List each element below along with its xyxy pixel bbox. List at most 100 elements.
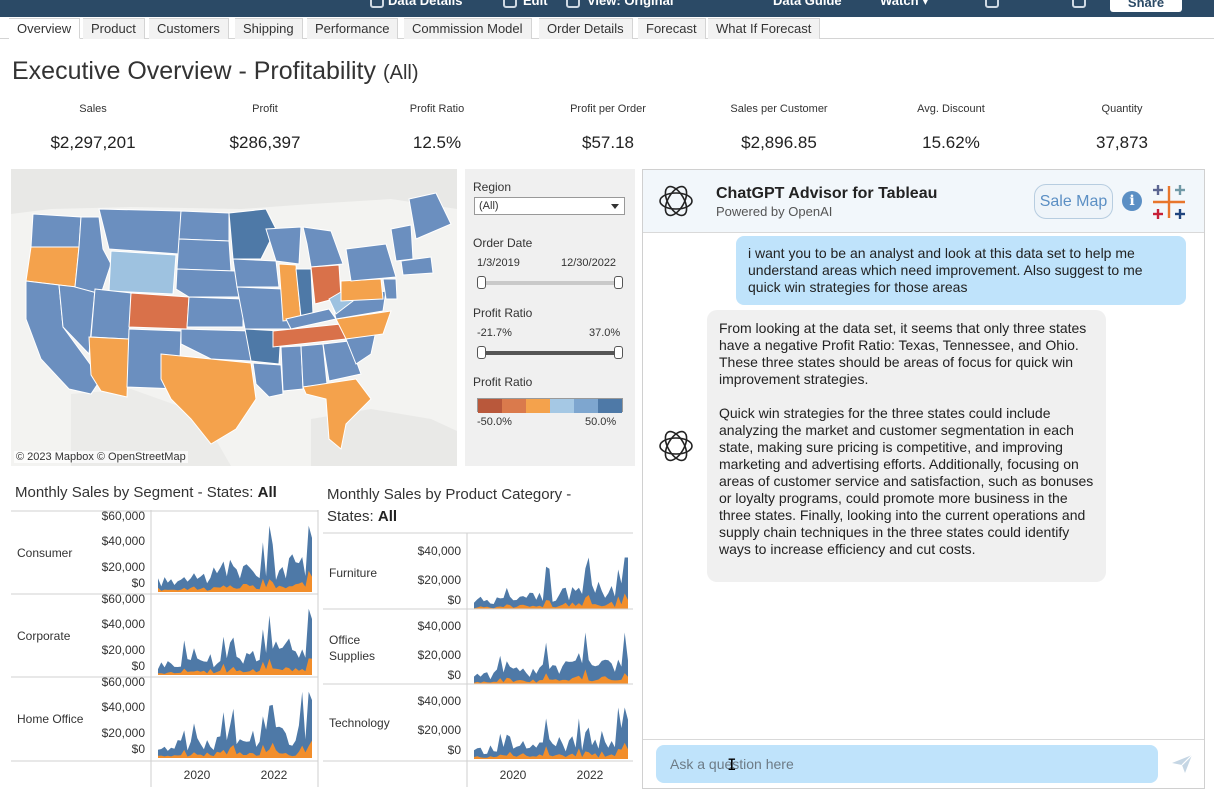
edit-icon[interactable]	[503, 0, 517, 8]
chat-header: ChatGPT Advisor for Tableau Powered by O…	[643, 170, 1204, 233]
state-al	[300, 343, 328, 388]
page-title-filter: (All)	[382, 62, 419, 84]
tab-commission-model[interactable]: Commission Model	[404, 18, 532, 39]
series-area-total[interactable]	[474, 557, 628, 610]
data-guide-button[interactable]: Data Guide	[773, 0, 842, 8]
info-icon[interactable]: i	[1122, 191, 1142, 211]
category-small-multiples[interactable]: $40,000 $20,000 $0 $40,000 $20,000 $0 $40,000 $…	[323, 532, 633, 787]
profit-ratio-max: 37.0%	[589, 327, 621, 339]
profit-ratio-slider-track[interactable]	[481, 351, 618, 355]
sale-map-button[interactable]: Sale Map	[1034, 184, 1113, 219]
us-states-map[interactable]	[11, 169, 457, 466]
assistant-message-bubble: From looking at the data set, it seems t…	[707, 310, 1106, 582]
tab-forecast[interactable]: Forecast	[638, 18, 706, 39]
state-or	[25, 246, 80, 288]
state-ia	[232, 258, 280, 288]
tab-performance[interactable]: Performance	[307, 18, 399, 39]
legend-max: 50.0%	[585, 416, 617, 428]
share-button[interactable]: Share	[1110, 0, 1182, 12]
series-area-total[interactable]	[474, 707, 628, 760]
y-tick-label: $20,000	[418, 648, 462, 662]
y-tick-label: $20,000	[102, 643, 146, 657]
legend-min: -50.0%	[477, 416, 512, 428]
state-mt	[98, 208, 182, 255]
series-area-total[interactable]	[158, 608, 312, 675]
region-dropdown-value: (All)	[479, 200, 499, 212]
order-date-slider-min-handle[interactable]	[477, 276, 486, 289]
order-date-filter-label: Order Date	[473, 236, 533, 250]
state-sd	[176, 238, 232, 272]
profit-ratio-slider-max-handle[interactable]	[614, 346, 623, 359]
order-date-slider-track[interactable]	[481, 281, 618, 285]
y-tick-label: $40,000	[418, 544, 462, 558]
y-tick-label: $20,000	[418, 723, 462, 737]
page-title-text: Executive Overview - Profitability	[12, 57, 377, 85]
state-nj	[382, 278, 398, 300]
region-dropdown[interactable]: (All)	[474, 197, 625, 215]
tab-what-if-forecast[interactable]: What If Forecast	[708, 18, 821, 39]
tab-customers[interactable]: Customers	[149, 18, 229, 39]
legend-swatch	[574, 399, 598, 413]
state-ne	[175, 268, 240, 298]
view-original-button[interactable]: View: Original	[587, 0, 673, 8]
x-tick-label: 2022	[577, 768, 604, 782]
text-cursor-icon: I	[727, 755, 737, 774]
kpi-value-sales: $2,297,201	[50, 133, 136, 152]
y-tick-label: $40,000	[102, 534, 146, 548]
kpi-value-profit-per-order: $57.18	[582, 133, 634, 152]
state-pa	[340, 278, 384, 302]
user-message-bubble: i want you to be an analyst and look at …	[736, 236, 1186, 305]
y-tick-label: $20,000	[102, 726, 146, 740]
kpi-label-sales-per-customer: Sales per Customer	[730, 103, 828, 115]
series-area-total[interactable]	[158, 525, 312, 592]
chevron-down-icon	[611, 204, 619, 209]
series-area-total[interactable]	[158, 691, 312, 758]
kpi-value-profit: $286,397	[229, 133, 301, 152]
data-details-icon[interactable]	[370, 0, 384, 8]
kpi-label-quantity: Quantity	[1101, 103, 1143, 115]
assistant-message-paragraph: From looking at the data set, it seems t…	[719, 320, 1087, 387]
segment-chart-title: Monthly Sales by Segment - States: All	[15, 484, 277, 501]
y-tick-label: $20,000	[418, 573, 462, 587]
view-icon[interactable]	[566, 0, 580, 8]
y-tick-label: $60,000	[102, 509, 146, 523]
tab-shipping[interactable]: Shipping	[235, 18, 303, 39]
legend-swatch	[502, 399, 526, 413]
monthly-sales-charts[interactable]: Consumer $60,000 $40,000 $20,000 $0 Corporate…	[0, 505, 640, 790]
tab-order-details[interactable]: Order Details	[539, 18, 633, 39]
y-tick-label: $0	[132, 576, 146, 590]
profit-ratio-legend	[477, 398, 623, 413]
openai-logo-icon	[659, 185, 693, 217]
profit-ratio-filter-label: Profit Ratio	[473, 306, 533, 320]
state-wy	[108, 250, 177, 295]
assistant-message-paragraph: Quick win strategies for the three state…	[719, 405, 1094, 557]
state-nd	[178, 210, 230, 242]
kpi-value-quantity: 37,873	[1096, 133, 1148, 152]
tab-product[interactable]: Product	[83, 18, 145, 39]
map-attribution[interactable]: © 2023 Mapbox © OpenStreetMap	[14, 451, 188, 463]
category-row-label: Technology	[329, 716, 390, 730]
download-icon[interactable]	[1072, 0, 1086, 8]
legend-swatch	[550, 399, 574, 413]
kpi-value-profit-ratio: 12.5%	[412, 133, 462, 152]
order-date-slider-max-handle[interactable]	[614, 276, 623, 289]
watch-button[interactable]: Watch ▾	[880, 0, 929, 9]
segment-small-multiples[interactable]: Consumer $60,000 $40,000 $20,000 $0 Corporate…	[11, 509, 319, 787]
series-area-total[interactable]	[474, 632, 628, 685]
legend-swatch	[478, 399, 502, 413]
comment-icon[interactable]	[985, 0, 999, 8]
profit-ratio-map[interactable]	[11, 169, 457, 466]
profit-ratio-slider-min-handle[interactable]	[477, 346, 486, 359]
send-icon[interactable]	[1171, 754, 1193, 774]
chat-subtitle: Powered by OpenAI	[716, 204, 833, 219]
tab-overview[interactable]: Overview	[9, 18, 81, 39]
order-date-max: 12/30/2022	[561, 257, 617, 269]
x-tick-label: 2020	[184, 768, 211, 782]
page-title: Executive Overview - Profitability (All)	[12, 57, 419, 86]
edit-button[interactable]: Edit	[523, 0, 548, 8]
x-tick-label: 2022	[261, 768, 288, 782]
legend-swatch	[598, 399, 622, 413]
segment-chart-title-prefix: Monthly Sales by Segment - States:	[15, 484, 258, 501]
y-tick-label: $0	[132, 659, 146, 673]
data-details-button[interactable]: Data Details	[388, 0, 462, 8]
